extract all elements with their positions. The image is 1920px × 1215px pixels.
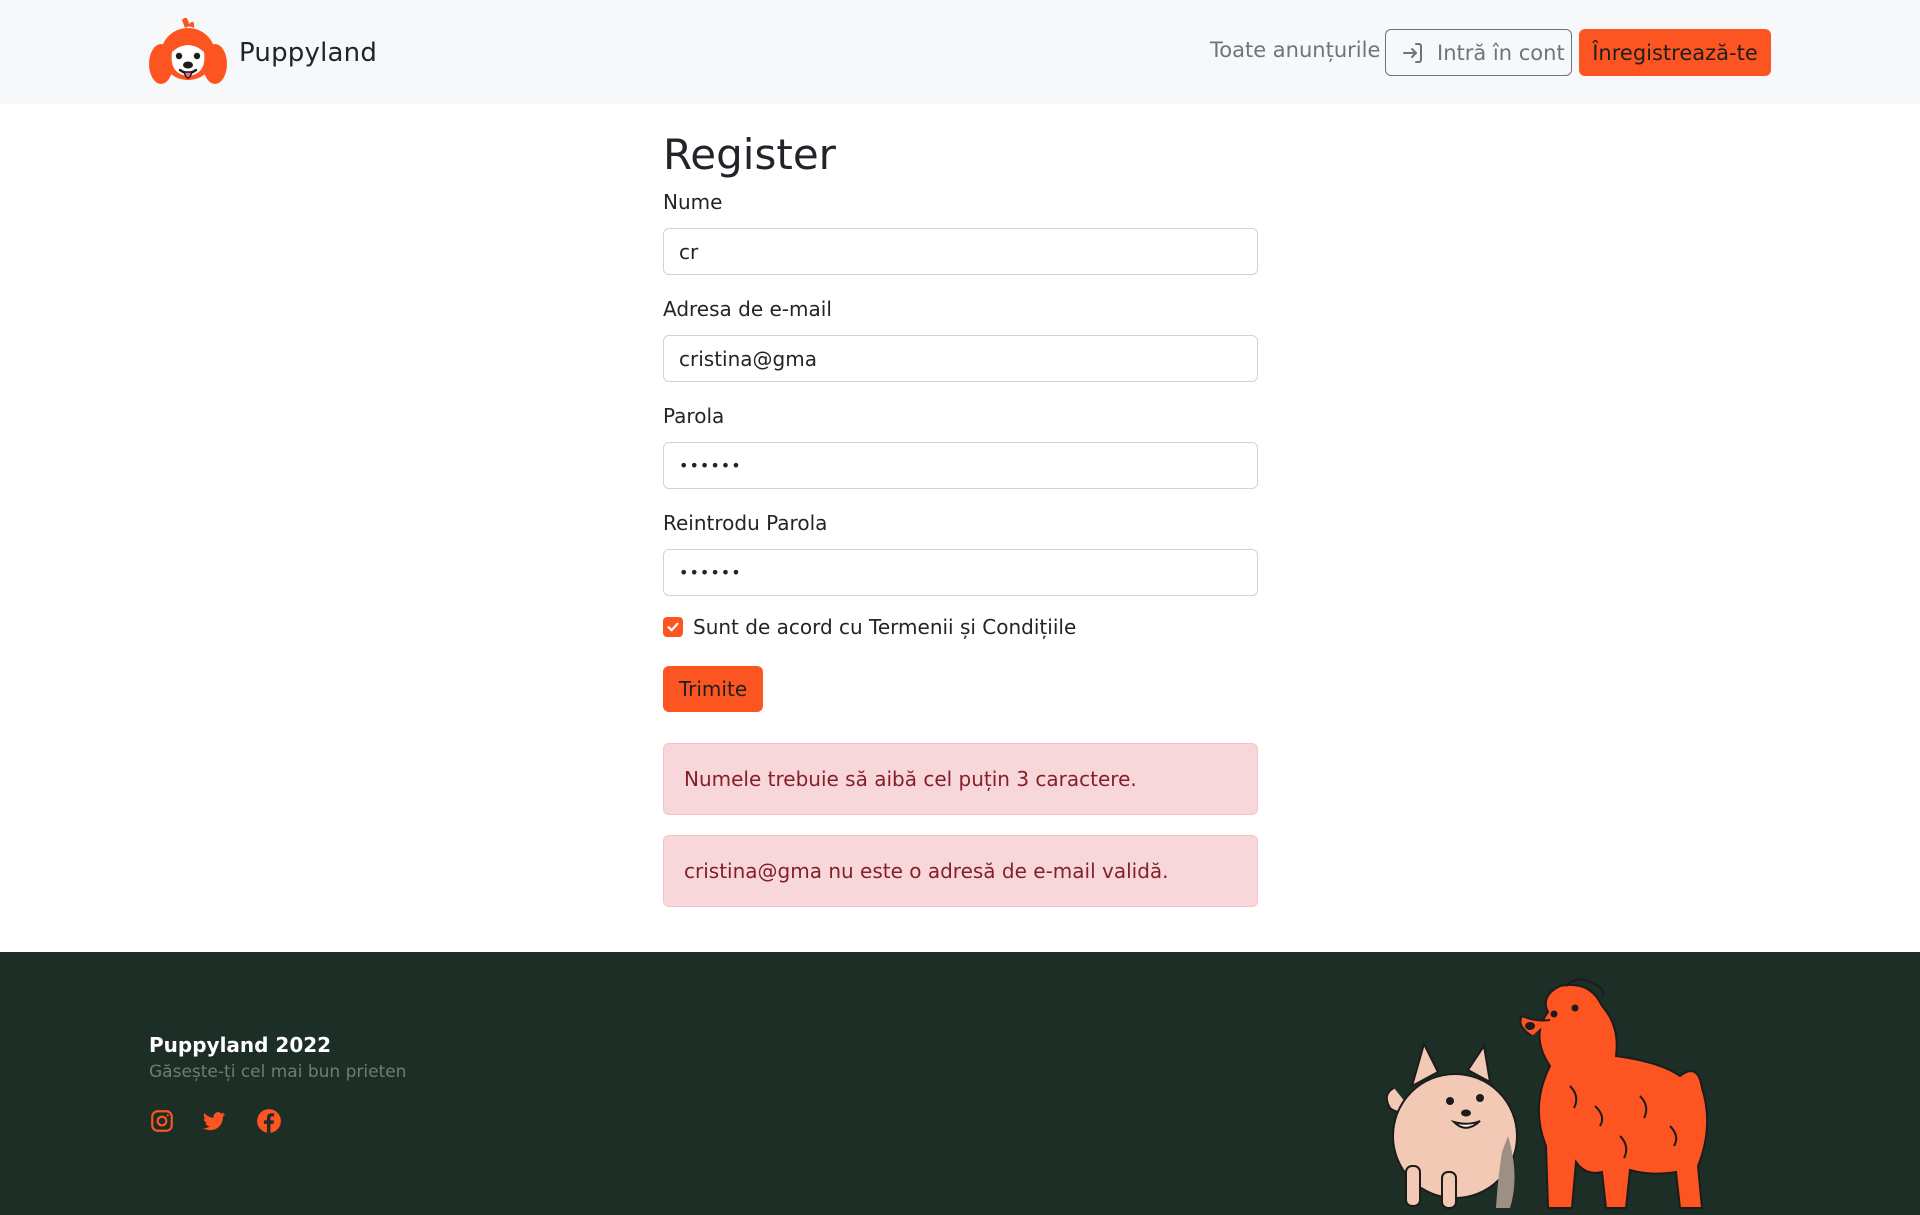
error-alert-name: Numele trebuie să aibă cel puțin 3 carac… <box>663 743 1258 815</box>
register-nav-button[interactable]: Înregistrează-te <box>1579 29 1771 76</box>
navbar: Puppyland Toate anunțurile Intră în cont… <box>0 0 1920 104</box>
instagram-icon[interactable] <box>149 1108 175 1134</box>
password-label: Parola <box>663 404 725 428</box>
brand-link[interactable]: Puppyland <box>149 16 377 90</box>
login-label: Intră în cont <box>1437 40 1565 65</box>
footer-title: Puppyland 2022 <box>149 1033 332 1057</box>
password-input[interactable]: •••••• <box>663 442 1258 489</box>
nav-all-ads-link[interactable]: Toate anunțurile <box>1210 38 1380 62</box>
error-alert-email: cristina@gma nu este o adresă de e-mail … <box>663 835 1258 907</box>
terms-checkbox[interactable] <box>663 617 683 637</box>
puppy-logo-icon <box>149 17 227 84</box>
footer: Puppyland 2022 Găsește-ți cel mai bun pr… <box>0 952 1920 1215</box>
confirm-password-input[interactable]: •••••• <box>663 549 1258 596</box>
email-label: Adresa de e-mail <box>663 297 832 321</box>
confirm-password-label: Reintrodu Parola <box>663 511 828 535</box>
footer-subtitle: Găsește-ți cel mai bun prieten <box>149 1062 407 1082</box>
dogs-illustration <box>1385 978 1709 1209</box>
terms-label[interactable]: Sunt de acord cu Termenii și Condițiile <box>693 615 1076 639</box>
terms-row: Sunt de acord cu Termenii și Condițiile <box>663 615 1076 639</box>
checkmark-icon <box>667 622 679 632</box>
brand-name: Puppyland <box>239 38 378 68</box>
name-label: Nume <box>663 190 723 214</box>
beige-dog-figure <box>1385 1041 1518 1209</box>
login-button[interactable]: Intră în cont <box>1385 29 1572 76</box>
email-input[interactable]: cristina@gma <box>663 335 1258 382</box>
page-title: Register <box>663 130 836 179</box>
orange-dog-figure <box>1519 978 1709 1209</box>
twitter-icon[interactable] <box>201 1108 227 1134</box>
sign-in-icon <box>1403 42 1422 63</box>
name-input[interactable]: cr <box>663 228 1258 275</box>
facebook-icon[interactable] <box>256 1108 282 1134</box>
submit-button[interactable]: Trimite <box>663 666 763 712</box>
